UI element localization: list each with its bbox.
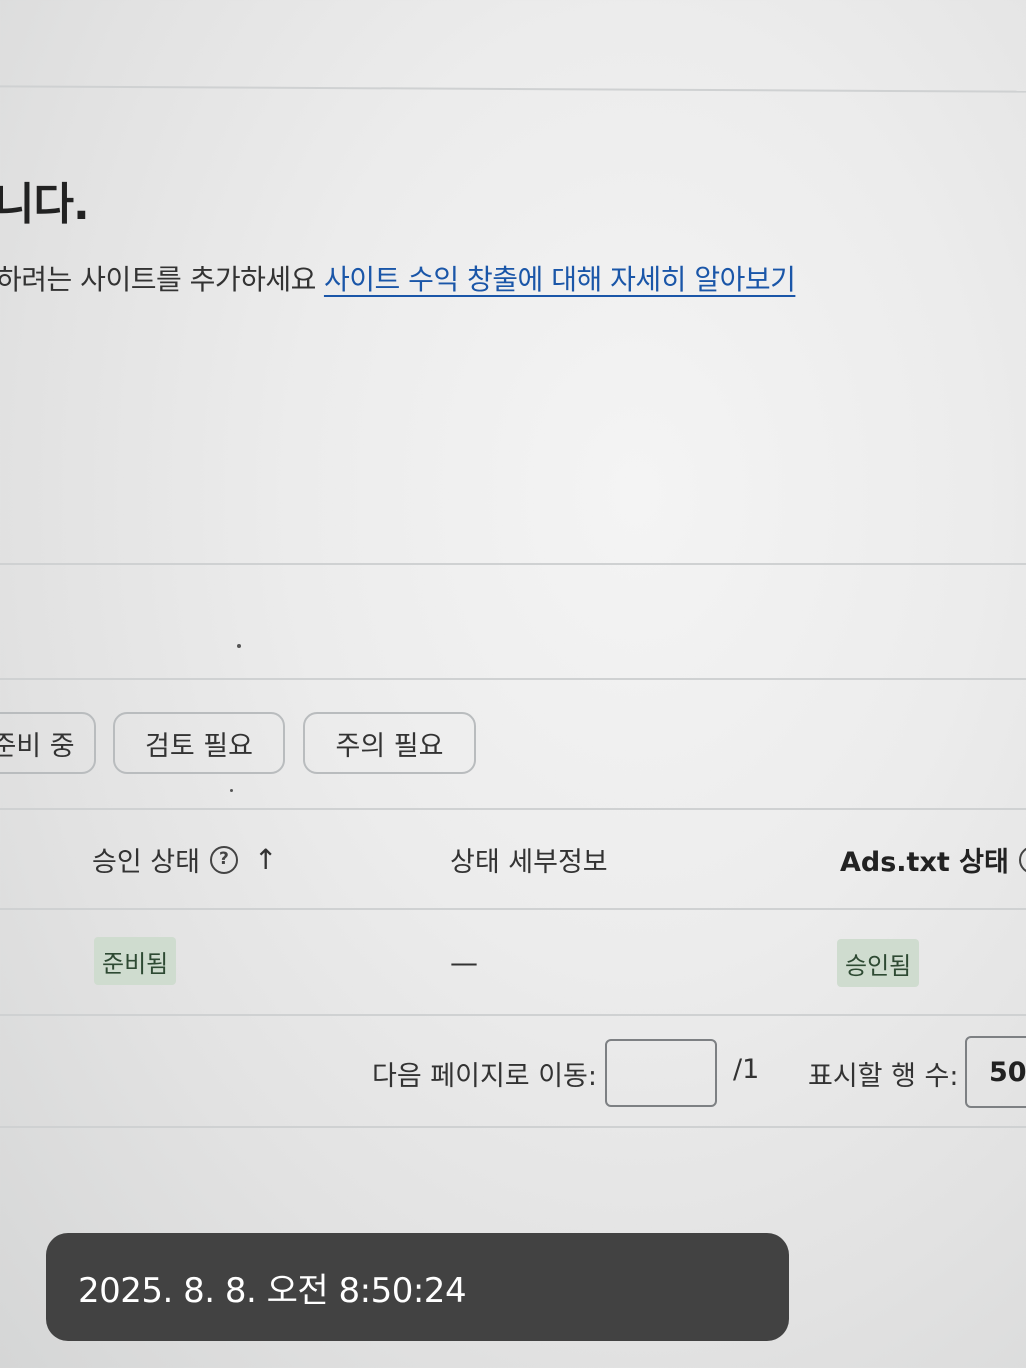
rows-per-page-label: 표시할 행 수:	[808, 1061, 959, 1092]
status-details-value: —	[450, 946, 478, 979]
filter-chip-label: 검토 필요	[145, 730, 253, 762]
arrow-up-icon[interactable]: ↑	[254, 843, 277, 876]
filter-top-divider	[0, 678, 1026, 680]
column-header-label: 상태 세부정보	[450, 847, 608, 878]
timestamp-toast: 2025. 8. 8. 오전 8:50:24	[46, 1233, 789, 1341]
page-heading: 니다.	[0, 179, 90, 230]
goto-page-input[interactable]	[605, 1039, 717, 1107]
column-header-label: Ads.txt 상태	[840, 847, 1009, 878]
table-row-divider	[0, 1014, 1026, 1016]
filter-chip-label: 주의 필요	[335, 730, 444, 762]
filter-chip-label: 준비 중	[0, 730, 75, 762]
column-header-label: 승인 상태	[92, 847, 200, 878]
total-pages-label: /1	[733, 1054, 760, 1085]
dust-speck	[237, 644, 241, 648]
adsense-sites-page: 니다. 하려는 사이트를 추가하세요 사이트 수익 창출에 대해 자세히 알아보기…	[0, 0, 1026, 1368]
question-circle-icon[interactable]: ?	[1018, 845, 1026, 874]
question-circle-icon[interactable]: ?	[209, 845, 238, 874]
table-top-divider	[0, 808, 1026, 810]
description-text: 하려는 사이트를 추가하세요	[0, 263, 316, 296]
filter-chip-needs-attention[interactable]: 주의 필요	[303, 712, 476, 774]
column-header-adstxt-status[interactable]: Ads.txt 상태 ?	[840, 840, 1026, 879]
column-header-status-details: 상태 세부정보	[450, 840, 608, 879]
filter-chip-needs-review[interactable]: 검토 필요	[113, 712, 285, 774]
toast-timestamp: 2025. 8. 8. 오전 8:50:24	[78, 1270, 467, 1311]
pagination-bottom-divider	[0, 1126, 1026, 1128]
rows-per-page-select[interactable]: 50	[965, 1036, 1026, 1108]
column-header-approval-status[interactable]: 승인 상태 ? ↑	[92, 840, 277, 879]
dust-speck	[230, 789, 233, 792]
section-divider	[0, 563, 1026, 565]
top-divider	[0, 85, 1026, 93]
adstxt-status-badge: 승인됨	[837, 939, 920, 987]
filter-chip-preparing[interactable]: 준비 중	[0, 712, 96, 774]
approval-status-badge: 준비됨	[94, 937, 177, 985]
table-header-divider	[0, 908, 1026, 910]
rows-per-page-value: 50	[989, 1056, 1026, 1088]
goto-page-label: 다음 페이지로 이동:	[372, 1061, 597, 1092]
learn-more-link[interactable]: 사이트 수익 창출에 대해 자세히 알아보기	[324, 263, 796, 296]
page-description: 하려는 사이트를 추가하세요 사이트 수익 창출에 대해 자세히 알아보기	[0, 258, 796, 298]
